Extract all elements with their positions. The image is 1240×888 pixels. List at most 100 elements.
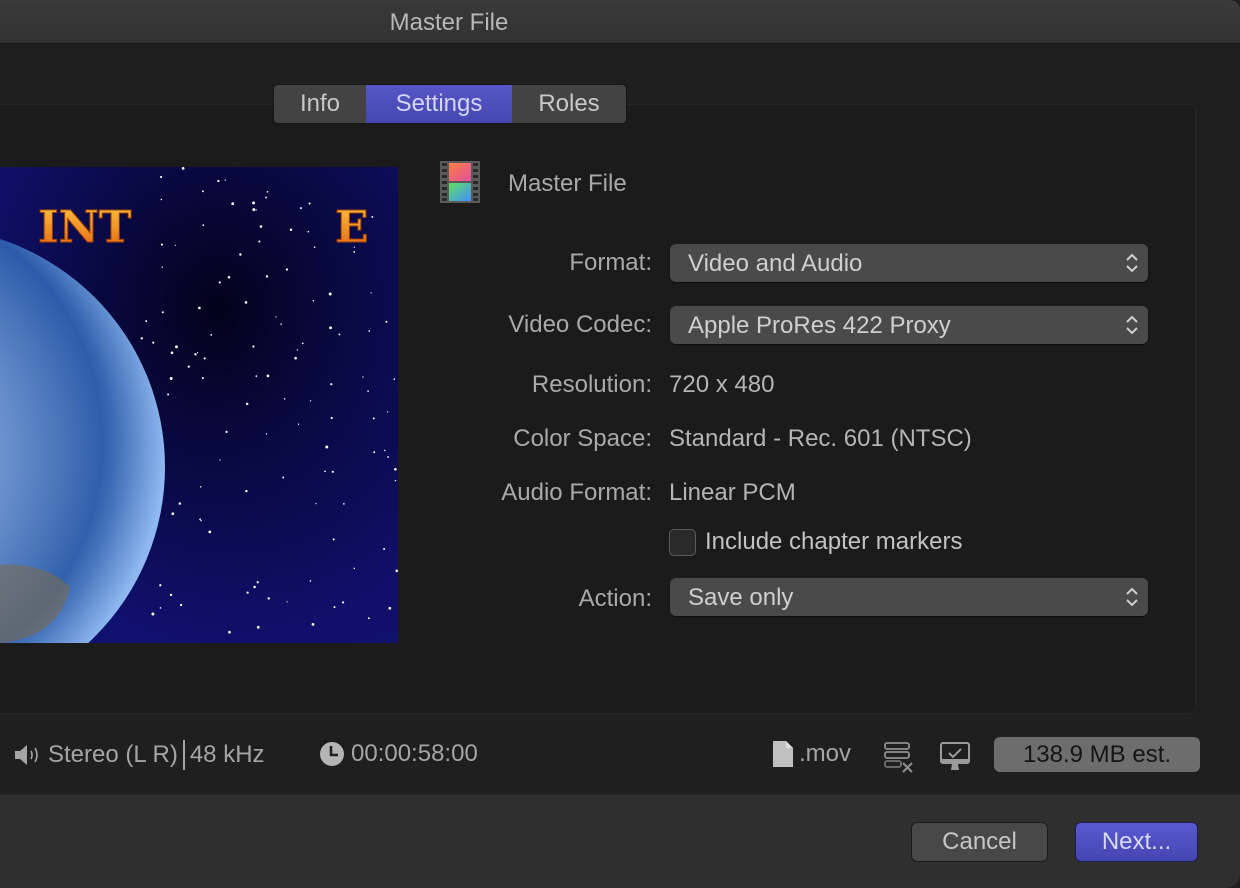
star xyxy=(245,489,248,493)
star xyxy=(161,266,163,268)
star xyxy=(252,208,256,212)
tab-roles[interactable]: Roles xyxy=(512,85,626,123)
star xyxy=(311,623,315,626)
star xyxy=(159,607,162,609)
star xyxy=(179,603,183,607)
star xyxy=(169,593,173,597)
star xyxy=(328,292,332,296)
star xyxy=(199,518,201,521)
star xyxy=(160,243,163,246)
star xyxy=(342,601,345,604)
include-chapter-markers-label: Include chapter markers xyxy=(705,528,963,555)
cancel-button[interactable]: Cancel xyxy=(911,822,1048,862)
star xyxy=(231,202,235,206)
next-button[interactable]: Next... xyxy=(1075,822,1198,862)
action-select[interactable]: Save only xyxy=(670,578,1148,616)
include-chapter-markers-checkbox[interactable]: Include chapter markers xyxy=(669,528,962,556)
format-label: Format: xyxy=(569,249,652,276)
star xyxy=(169,377,173,380)
star xyxy=(227,276,231,279)
star xyxy=(201,190,204,193)
star xyxy=(170,351,174,355)
star xyxy=(330,383,333,386)
star xyxy=(394,467,397,471)
up-down-chevron-icon xyxy=(1126,315,1138,335)
star xyxy=(228,630,231,634)
estimated-size-badge: 138.9 MB est. xyxy=(994,737,1200,772)
action-label: Action: xyxy=(578,585,652,612)
star xyxy=(266,190,269,193)
star xyxy=(160,198,163,201)
remove-from-library-icon[interactable] xyxy=(884,741,916,773)
star xyxy=(315,502,317,505)
star xyxy=(198,306,201,310)
star xyxy=(343,503,345,505)
star xyxy=(252,201,256,205)
duration-info: 00:00:58:00 xyxy=(319,740,478,768)
color-space-value: Standard - Rec. 601 (NTSC) xyxy=(669,425,972,452)
star xyxy=(300,207,302,210)
dialog-content: Info Settings Roles INT E Master File Fo… xyxy=(0,44,1240,794)
earth-space-image: INT E xyxy=(0,167,398,643)
star xyxy=(246,591,249,594)
star xyxy=(265,196,267,199)
star xyxy=(252,345,255,348)
document-icon xyxy=(773,741,793,767)
star xyxy=(280,323,282,326)
star xyxy=(297,423,300,425)
color-space-label: Color Space: xyxy=(513,425,652,452)
star xyxy=(253,585,256,589)
tab-bar: Info Settings Roles xyxy=(273,84,627,124)
star xyxy=(218,281,221,284)
star xyxy=(256,625,260,629)
star xyxy=(353,567,356,570)
monitor-check-icon[interactable] xyxy=(940,742,972,772)
film-strip-icon xyxy=(440,160,480,208)
video-codec-select[interactable]: Apple ProRes 422 Proxy xyxy=(670,306,1148,344)
preview-title-text-2: E xyxy=(335,202,369,253)
title-bar: Master File xyxy=(0,0,1240,44)
star xyxy=(309,580,312,582)
star xyxy=(258,240,261,243)
video-preview-thumbnail: INT E xyxy=(0,167,398,643)
star xyxy=(312,299,315,302)
star xyxy=(283,398,286,400)
speaker-icon xyxy=(15,745,38,765)
star xyxy=(333,606,336,609)
star xyxy=(259,225,263,228)
star xyxy=(301,342,304,345)
sample-rate: 48 kHz xyxy=(189,741,265,768)
star xyxy=(395,569,398,573)
tab-settings[interactable]: Settings xyxy=(366,85,512,123)
destination-header: Master File xyxy=(440,160,627,208)
star xyxy=(200,519,202,522)
star xyxy=(362,376,364,378)
star xyxy=(282,476,285,479)
star xyxy=(309,400,312,402)
format-select[interactable]: Video and Audio xyxy=(670,244,1148,282)
star xyxy=(219,459,221,461)
star xyxy=(383,548,386,550)
star xyxy=(394,479,397,482)
format-value: Video and Audio xyxy=(688,250,863,277)
dialog-footer: Cancel Next... xyxy=(0,794,1240,888)
separator xyxy=(182,740,185,770)
resolution-value: 720 x 480 xyxy=(669,371,775,398)
star xyxy=(373,451,376,454)
star xyxy=(201,376,204,380)
star xyxy=(171,512,175,516)
star xyxy=(372,417,375,420)
star xyxy=(385,320,388,323)
star xyxy=(393,378,396,380)
star xyxy=(294,356,297,360)
star xyxy=(329,326,333,330)
tab-info[interactable]: Info xyxy=(274,85,366,123)
star xyxy=(159,584,162,587)
checkbox-box[interactable] xyxy=(669,528,696,556)
action-value: Save only xyxy=(688,584,794,611)
star xyxy=(145,320,148,323)
star xyxy=(224,179,226,181)
star xyxy=(194,353,197,356)
file-extension: .mov xyxy=(799,740,852,767)
star xyxy=(174,244,176,246)
